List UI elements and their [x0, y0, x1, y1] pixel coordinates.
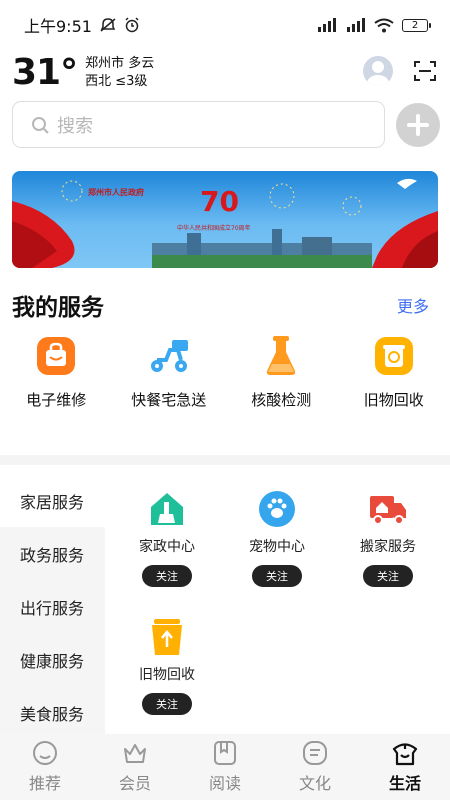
banner-art: 70 — [12, 178, 438, 268]
service-label: 核酸检测 — [251, 391, 312, 409]
follow-button[interactable]: 关注 — [363, 565, 413, 587]
section-divider — [0, 455, 450, 465]
service-label: 旧物回收 — [363, 391, 424, 409]
service-food-delivery[interactable]: 快餐宅急送 — [113, 335, 226, 410]
grid-label: 旧物回收 — [139, 667, 195, 683]
grid-label: 搬家服务 — [360, 539, 416, 555]
tab-recommend[interactable]: 推荐 — [0, 734, 90, 800]
tab-life[interactable]: 生活 — [360, 734, 450, 800]
banner[interactable]: 70 郑州市人民政府 中华人民共和国成立70周年 — [12, 171, 438, 268]
tab-reading[interactable]: 阅读 — [180, 734, 270, 800]
grid-item-moving-service[interactable]: 搬家服务 关注 — [338, 490, 438, 587]
follow-button[interactable]: 关注 — [252, 565, 302, 587]
category-food-services[interactable]: 美食服务 — [0, 686, 105, 739]
category-government-services[interactable]: 政务服务 — [0, 527, 105, 580]
alarm-icon — [125, 17, 139, 33]
tab-label: 文化 — [298, 774, 331, 793]
banner-title: 郑州市人民政府 — [88, 188, 144, 197]
category-travel-services[interactable]: 出行服务 — [0, 580, 105, 633]
life-icon — [392, 743, 418, 766]
recycle-bin-icon — [152, 619, 182, 655]
house-broom-icon — [151, 493, 183, 525]
weather-widget[interactable]: 31° 郑州市 多云 西北 ≤3级 — [12, 52, 154, 93]
signal-hd-icon — [318, 18, 336, 32]
battery-icon: 2 — [402, 18, 431, 32]
bottom-tab-bar: 推荐 会员 阅读 文化 生活 — [0, 734, 450, 800]
tab-label: 阅读 — [208, 774, 241, 793]
follow-button[interactable]: 关注 — [142, 565, 192, 587]
search-box[interactable]: 搜索 — [12, 101, 385, 148]
more-link[interactable]: 更多 — [397, 293, 429, 317]
banner-subtitle: 中华人民共和国成立70周年 — [177, 225, 251, 232]
scan-icon[interactable] — [414, 61, 436, 81]
category-health-services[interactable]: 健康服务 — [0, 633, 105, 686]
grid-item-recycling[interactable]: 旧物回收 关注 — [117, 618, 217, 715]
temperature: 31° — [12, 52, 78, 93]
scroll-icon — [303, 741, 327, 765]
search-icon — [32, 116, 49, 134]
svg-text:70: 70 — [200, 185, 239, 218]
service-label: 电子维修 — [26, 391, 87, 409]
tab-culture[interactable]: 文化 — [270, 734, 360, 800]
paw-icon — [259, 491, 295, 527]
crown-icon — [124, 744, 146, 763]
category-sidebar: 家居服务 政务服务 出行服务 健康服务 美食服务 — [0, 474, 105, 734]
follow-button[interactable]: 关注 — [142, 693, 192, 715]
my-services-row: 电子维修 快餐宅急送 核酸检测 旧物回收 — [0, 335, 450, 410]
mute-icon — [100, 18, 116, 32]
recycle-icon — [373, 335, 415, 377]
signal-icon — [347, 18, 365, 32]
wind-info: 西北 ≤3级 — [85, 73, 148, 89]
tab-label: 会员 — [118, 774, 151, 793]
tab-label: 生活 — [388, 774, 421, 793]
tab-member[interactable]: 会员 — [90, 734, 180, 800]
status-time: 上午9:51 — [24, 17, 92, 36]
grid-label: 宠物中心 — [249, 539, 305, 555]
search-placeholder: 搜索 — [57, 115, 93, 137]
tab-label: 推荐 — [28, 774, 61, 793]
scooter-icon — [148, 335, 190, 377]
flask-icon — [260, 335, 302, 377]
grid-item-housekeeping[interactable]: 家政中心 关注 — [117, 490, 217, 587]
service-recycling[interactable]: 旧物回收 — [338, 335, 450, 410]
avatar[interactable] — [363, 56, 393, 86]
city-condition: 郑州市 多云 — [85, 55, 155, 71]
truck-icon — [370, 496, 406, 525]
wifi-icon — [374, 18, 394, 32]
service-nucleic-test[interactable]: 核酸检测 — [225, 335, 338, 410]
status-bar: 上午9:51 2 — [0, 0, 450, 50]
category-home-services[interactable]: 家居服务 — [0, 474, 105, 527]
smile-icon — [33, 741, 57, 765]
service-label: 快餐宅急送 — [131, 391, 207, 409]
book-icon — [214, 741, 236, 765]
my-services-title: 我的服务 — [12, 295, 104, 321]
bag-icon — [35, 335, 77, 377]
grid-label: 家政中心 — [139, 539, 195, 555]
grid-item-pet-center[interactable]: 宠物中心 关注 — [227, 490, 327, 587]
service-electronic-repair[interactable]: 电子维修 — [0, 335, 113, 410]
add-button[interactable] — [396, 103, 440, 147]
